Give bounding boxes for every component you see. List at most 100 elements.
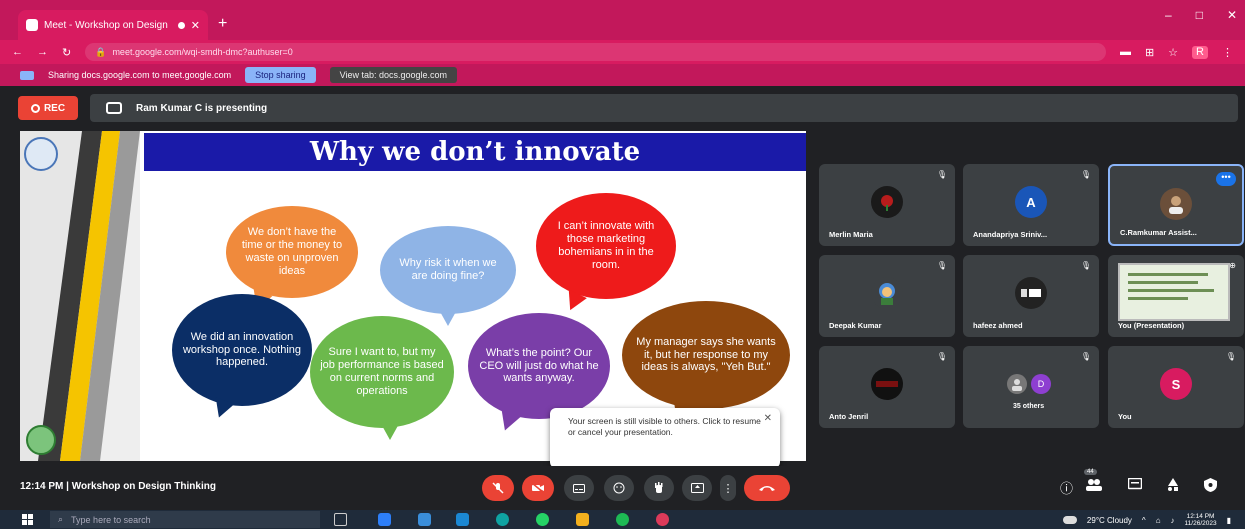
leave-call-button[interactable]: [744, 475, 790, 501]
mic-muted-icon: 🎙: [1080, 352, 1091, 361]
window-controls: – □ ✕: [1165, 8, 1237, 22]
toast-close-icon[interactable]: ✕: [764, 412, 772, 425]
participant-tile-active[interactable]: ••• C.Ramkumar Assist...: [1108, 164, 1244, 246]
edge-icon[interactable]: [378, 513, 391, 526]
notification-icon[interactable]: ▮: [1227, 516, 1231, 525]
browser-tab[interactable]: Meet - Workshop on Design ✕: [18, 10, 208, 40]
camera-off-icon: [531, 483, 545, 493]
chat-glyph: [1127, 477, 1143, 490]
file-explorer-icon[interactable]: [576, 513, 589, 526]
others-tile[interactable]: 🎙 D 35 others: [963, 346, 1099, 428]
lock-icon: 🔒: [95, 46, 107, 57]
presenting-text: Ram Kumar C is presenting: [136, 102, 268, 114]
bubble-text: What’s the point? Our CEO will just do w…: [479, 346, 599, 385]
camera-indicator-icon[interactable]: ▬: [1120, 46, 1131, 59]
host-controls-icon[interactable]: [1204, 478, 1217, 495]
bubble-tail: [561, 289, 587, 315]
back-icon[interactable]: ←: [12, 46, 23, 58]
rose-icon: [881, 195, 893, 211]
taskbar-search-box[interactable]: ⌕ Type here to search: [50, 511, 320, 528]
mic-off-button[interactable]: [482, 475, 514, 501]
view-tab-button[interactable]: View tab: docs.google.com: [329, 67, 458, 83]
thumbnail-line: [1128, 297, 1188, 300]
participant-name: 35 others: [1013, 403, 1045, 410]
smiley-icon: [613, 482, 625, 494]
tab-close-icon[interactable]: ✕: [191, 19, 200, 32]
mic-muted-icon: 🎙: [1080, 170, 1091, 179]
presentation-thumbnail-tile[interactable]: ⊕ You (Presentation): [1108, 255, 1244, 337]
participant-name: Anto Jenril: [829, 412, 869, 421]
clock[interactable]: 12:14 PM 11/26/2023: [1185, 513, 1217, 527]
college-logo-icon: [24, 137, 58, 171]
meet-favicon-icon: [26, 19, 38, 31]
participant-tile[interactable]: 🎙 A Anandapriya Sriniv...: [963, 164, 1099, 246]
pin-icon[interactable]: ⊕: [1229, 261, 1236, 270]
meeting-details-icon[interactable]: ⓘ: [1060, 478, 1073, 497]
forward-icon[interactable]: →: [37, 46, 48, 58]
windows-start-icon[interactable]: [22, 514, 33, 525]
stop-sharing-button[interactable]: Stop sharing: [245, 67, 316, 83]
captions-button[interactable]: [564, 475, 594, 501]
slide-thumbnail: [1118, 263, 1230, 321]
task-view-icon[interactable]: [334, 513, 347, 526]
bookmark-star-icon[interactable]: ☆: [1168, 46, 1178, 59]
participant-tile-self[interactable]: 🎙 S You: [1108, 346, 1244, 428]
browser-icon[interactable]: [496, 513, 509, 526]
avatar: A: [1015, 186, 1047, 218]
network-icon[interactable]: ⌂: [1156, 516, 1161, 525]
participant-name: C.Ramkumar Assist...: [1120, 228, 1197, 237]
minimize-button[interactable]: –: [1165, 8, 1172, 22]
chrome-icon[interactable]: [656, 513, 669, 526]
participant-tile[interactable]: 🎙 Merlin Maria: [819, 164, 955, 246]
volume-icon[interactable]: ♪: [1171, 516, 1175, 525]
present-now-button[interactable]: [682, 475, 712, 501]
close-window-button[interactable]: ✕: [1227, 8, 1237, 22]
spotify-icon[interactable]: [616, 513, 629, 526]
participant-name: Deepak Kumar: [829, 321, 882, 330]
emoji-reaction-button[interactable]: [604, 475, 634, 501]
speech-bubble-navy: We did an innovation workshop once. Noth…: [172, 294, 312, 421]
chat-icon[interactable]: [1127, 477, 1143, 494]
profile-avatar[interactable]: R: [1192, 45, 1208, 59]
people-icon[interactable]: [1086, 478, 1102, 494]
share-icon[interactable]: ⊞: [1145, 46, 1154, 59]
mic-muted-icon: 🎙: [936, 261, 947, 270]
bubble-text: My manager says she wants it, but her re…: [636, 335, 776, 374]
browser-tab-bar: Meet - Workshop on Design ✕ + – □ ✕: [0, 0, 1245, 40]
address-bar-actions: ▬ ⊞ ☆ R ⋮: [1120, 45, 1233, 59]
whatsapp-icon[interactable]: [536, 513, 549, 526]
presenting-banner: Ram Kumar C is presenting: [90, 94, 1238, 122]
slide-decoration-strip: [20, 131, 140, 461]
tab-title: Meet - Workshop on Design: [44, 19, 168, 31]
participant-tile[interactable]: 🎙 Deepak Kumar: [819, 255, 955, 337]
screen-visible-toast[interactable]: ✕ Your screen is still visible to others…: [550, 408, 780, 468]
hang-up-icon: [759, 486, 775, 491]
activities-icon[interactable]: [1166, 478, 1180, 494]
people-glyph: [1086, 479, 1102, 491]
photo-avatar-icon: [1021, 289, 1041, 297]
speech-bubble-purple: What’s the point? Our CEO will just do w…: [468, 313, 610, 434]
more-options-button[interactable]: •••: [1216, 172, 1236, 186]
recording-indicator-icon: [177, 21, 185, 29]
tray-expand-icon[interactable]: ^: [1142, 516, 1146, 525]
rec-label: REC: [43, 102, 66, 114]
url-field[interactable]: 🔒 meet.google.com/wqi-smdh-dmc?authuser=…: [85, 43, 1106, 61]
participant-tile[interactable]: 🎙 Anto Jenril: [819, 346, 955, 428]
bubble-text: Sure I want to, but my job performance i…: [320, 346, 444, 397]
clock-date: 11/26/2023: [1184, 520, 1217, 527]
store-icon[interactable]: [418, 513, 431, 526]
browser-menu-icon[interactable]: ⋮: [1222, 46, 1233, 59]
recording-badge[interactable]: REC: [18, 96, 78, 120]
maximize-button[interactable]: □: [1196, 8, 1203, 22]
clock-time: 12:14 PM: [1186, 513, 1215, 520]
hand-raise-button[interactable]: [644, 475, 674, 501]
avatar: [1015, 277, 1047, 309]
participant-tile[interactable]: 🎙 hafeez ahmed: [963, 255, 1099, 337]
new-tab-button[interactable]: +: [218, 15, 227, 33]
reload-icon[interactable]: ↻: [62, 46, 71, 59]
bubble-text: I can’t innovate with those marketing bo…: [557, 220, 655, 271]
camera-off-button[interactable]: [522, 475, 554, 501]
outlook-icon[interactable]: [456, 513, 469, 526]
more-options-vertical-icon[interactable]: ⋮: [720, 475, 736, 501]
weather-text[interactable]: 29°C Cloudy: [1087, 516, 1132, 525]
